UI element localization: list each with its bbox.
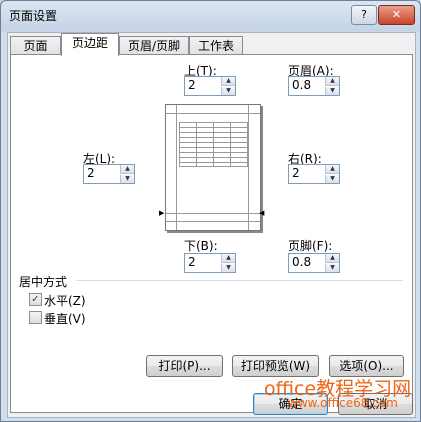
footer-margin-label: 页脚(F): bbox=[288, 239, 333, 253]
vertical-checkbox-label[interactable]: 垂直(V) bbox=[44, 310, 86, 327]
marker-left-icon: ◀ bbox=[259, 209, 265, 217]
print-button[interactable]: 打印(P)... bbox=[146, 355, 223, 377]
left-margin-guide-line bbox=[176, 105, 177, 230]
spin-down-icon[interactable]: ▼ bbox=[120, 175, 134, 183]
bottom-margin-label: 下(B): bbox=[184, 239, 218, 253]
help-button[interactable]: ? bbox=[351, 5, 377, 25]
spin-down-icon[interactable]: ▼ bbox=[221, 264, 235, 272]
horizontal-checkbox-label[interactable]: 水平(Z) bbox=[44, 292, 86, 309]
spin-down-icon[interactable]: ▼ bbox=[325, 175, 339, 183]
vertical-checkbox[interactable] bbox=[29, 311, 42, 324]
spin-up-icon[interactable]: ▲ bbox=[221, 77, 235, 86]
spin-up-icon[interactable]: ▲ bbox=[325, 254, 339, 263]
spin-up-icon[interactable]: ▲ bbox=[221, 254, 235, 263]
tab-page[interactable]: 页面 bbox=[10, 36, 61, 55]
header-margin-value[interactable]: 0.8 bbox=[292, 78, 311, 92]
right-margin-spinner[interactable]: 2 ▲ ▼ bbox=[288, 164, 340, 184]
header-margin-spinner[interactable]: 0.8 ▲ ▼ bbox=[288, 76, 340, 96]
section-divider bbox=[76, 280, 403, 281]
spin-down-icon[interactable]: ▼ bbox=[221, 87, 235, 95]
spin-up-icon[interactable]: ▲ bbox=[325, 77, 339, 86]
footer-margin-value[interactable]: 0.8 bbox=[292, 255, 311, 269]
top-margin-spinner[interactable]: 2 ▲ ▼ bbox=[184, 76, 236, 96]
footer-guide-line bbox=[166, 221, 260, 222]
check-icon: ✓ bbox=[31, 294, 40, 305]
top-margin-value[interactable]: 2 bbox=[188, 78, 196, 92]
tab-margins[interactable]: 页边距 bbox=[61, 33, 119, 56]
spin-up-icon[interactable]: ▲ bbox=[120, 165, 134, 174]
sheet-grid-preview bbox=[179, 122, 248, 167]
spin-down-icon[interactable]: ▼ bbox=[325, 87, 339, 95]
footer-margin-spinner[interactable]: 0.8 ▲ ▼ bbox=[288, 253, 340, 273]
marker-right-icon: ▶ bbox=[159, 209, 165, 217]
tab-header-footer[interactable]: 页眉/页脚 bbox=[119, 36, 189, 55]
page-preview bbox=[165, 104, 261, 231]
horizontal-checkbox[interactable]: ✓ bbox=[29, 293, 42, 306]
title-bar: 页面设置 ? ✕ bbox=[1, 1, 420, 29]
watermark-url: www.office68.com bbox=[288, 396, 398, 410]
spin-up-icon[interactable]: ▲ bbox=[325, 165, 339, 174]
tab-sheet[interactable]: 工作表 bbox=[189, 36, 243, 55]
close-button[interactable]: ✕ bbox=[378, 5, 415, 25]
page-setup-dialog: 页面设置 ? ✕ 页面 页边距 页眉/页脚 工作表 上(T): 2 ▲ ▼ 页眉… bbox=[0, 0, 421, 422]
spin-down-icon[interactable]: ▼ bbox=[325, 264, 339, 272]
bottom-margin-guide-line bbox=[166, 213, 260, 214]
left-margin-spinner[interactable]: 2 ▲ ▼ bbox=[83, 164, 135, 184]
center-on-page-heading: 居中方式 bbox=[19, 275, 68, 289]
header-guide-line bbox=[166, 113, 260, 114]
right-margin-guide-line bbox=[248, 105, 249, 230]
window-title: 页面设置 bbox=[9, 9, 58, 23]
bottom-margin-value[interactable]: 2 bbox=[188, 255, 196, 269]
bottom-margin-spinner[interactable]: 2 ▲ ▼ bbox=[184, 253, 236, 273]
right-margin-value[interactable]: 2 bbox=[292, 166, 300, 180]
left-margin-value[interactable]: 2 bbox=[87, 166, 95, 180]
